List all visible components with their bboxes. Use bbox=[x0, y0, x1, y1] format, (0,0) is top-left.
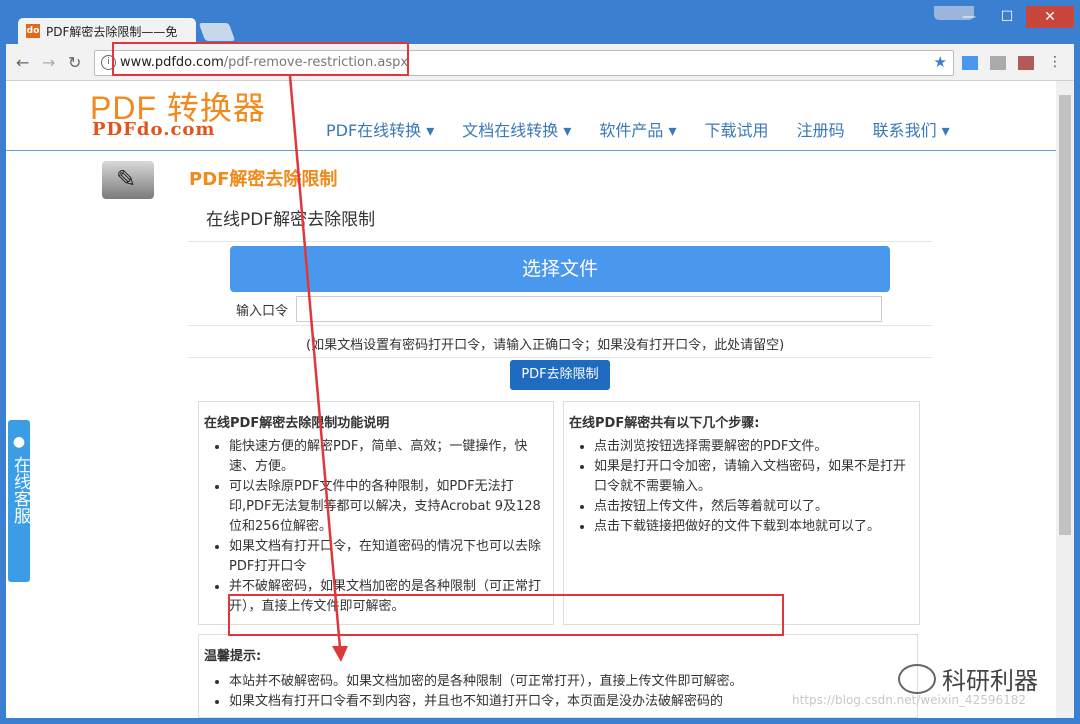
annotation-arrow bbox=[288, 75, 348, 662]
browser-window: do PDF解密去除限制——免 — ☐ ✕ ← → ↻ i www.pdfdo.… bbox=[6, 6, 1074, 718]
